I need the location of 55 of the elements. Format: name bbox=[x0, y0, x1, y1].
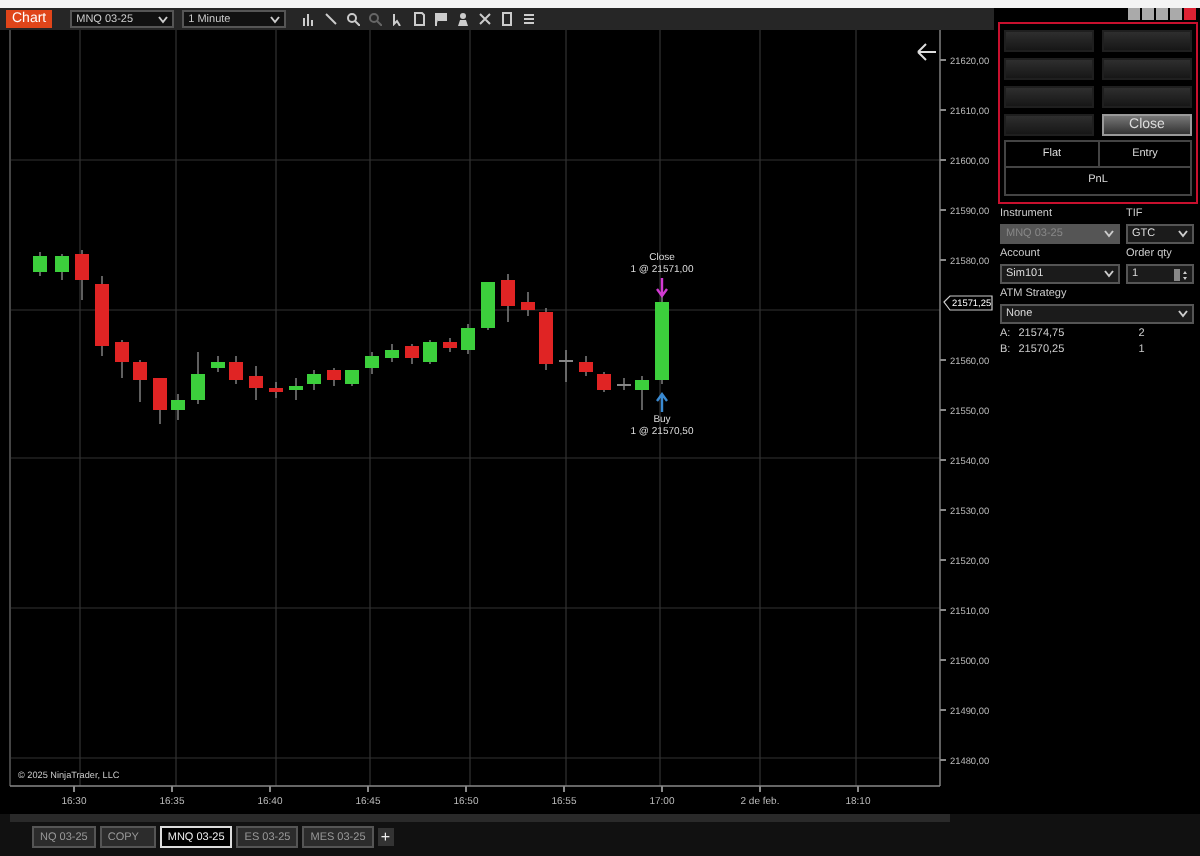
flag-icon[interactable] bbox=[434, 12, 449, 26]
candle bbox=[191, 351, 205, 405]
candle bbox=[559, 349, 573, 383]
caret-icon bbox=[1178, 230, 1188, 238]
candle bbox=[385, 343, 399, 363]
candle bbox=[461, 323, 475, 355]
caret-icon bbox=[1178, 310, 1188, 318]
candle bbox=[521, 291, 535, 317]
candle bbox=[579, 355, 593, 377]
candle bbox=[405, 343, 419, 365]
list-icon[interactable] bbox=[522, 12, 537, 26]
candle bbox=[211, 355, 225, 373]
candle bbox=[75, 249, 89, 301]
caret-icon bbox=[1104, 270, 1114, 278]
candle bbox=[289, 377, 303, 401]
candle bbox=[229, 355, 243, 385]
back-arrow-icon[interactable] bbox=[917, 43, 937, 61]
buy-arrow-icon bbox=[655, 391, 669, 414]
bar-chart-icon[interactable] bbox=[302, 12, 317, 26]
candle bbox=[501, 273, 515, 323]
candle bbox=[133, 359, 147, 403]
candle bbox=[153, 377, 167, 425]
cursor-icon[interactable] bbox=[390, 12, 405, 26]
candle bbox=[539, 307, 553, 371]
line-icon[interactable] bbox=[324, 12, 339, 26]
candle bbox=[269, 381, 283, 399]
add-tab-button[interactable]: + bbox=[377, 828, 394, 846]
candle bbox=[33, 251, 47, 277]
zoom-in-icon[interactable] bbox=[346, 12, 361, 26]
candle bbox=[95, 275, 109, 357]
caret-icon bbox=[1104, 230, 1114, 238]
candle bbox=[345, 369, 359, 387]
candle bbox=[115, 339, 129, 379]
candle bbox=[655, 295, 669, 385]
candle bbox=[597, 371, 611, 393]
person-icon[interactable] bbox=[456, 12, 471, 26]
spinner-icon[interactable] bbox=[1174, 267, 1188, 281]
candle bbox=[481, 281, 495, 331]
candle bbox=[423, 339, 437, 365]
candle bbox=[617, 377, 631, 391]
candle bbox=[327, 367, 341, 387]
zoom-out-icon[interactable] bbox=[368, 12, 383, 26]
candle bbox=[365, 351, 379, 375]
candle bbox=[249, 365, 263, 401]
candle bbox=[171, 393, 185, 421]
sell-arrow-icon bbox=[655, 276, 669, 299]
page-icon[interactable] bbox=[500, 12, 515, 26]
caret-icon bbox=[158, 15, 169, 23]
crosshair-icon[interactable] bbox=[478, 12, 493, 26]
caret-icon bbox=[270, 15, 281, 23]
candle bbox=[635, 375, 649, 411]
candle bbox=[55, 253, 69, 281]
candle bbox=[443, 337, 457, 353]
candle bbox=[307, 369, 321, 391]
document-icon[interactable] bbox=[412, 12, 427, 26]
